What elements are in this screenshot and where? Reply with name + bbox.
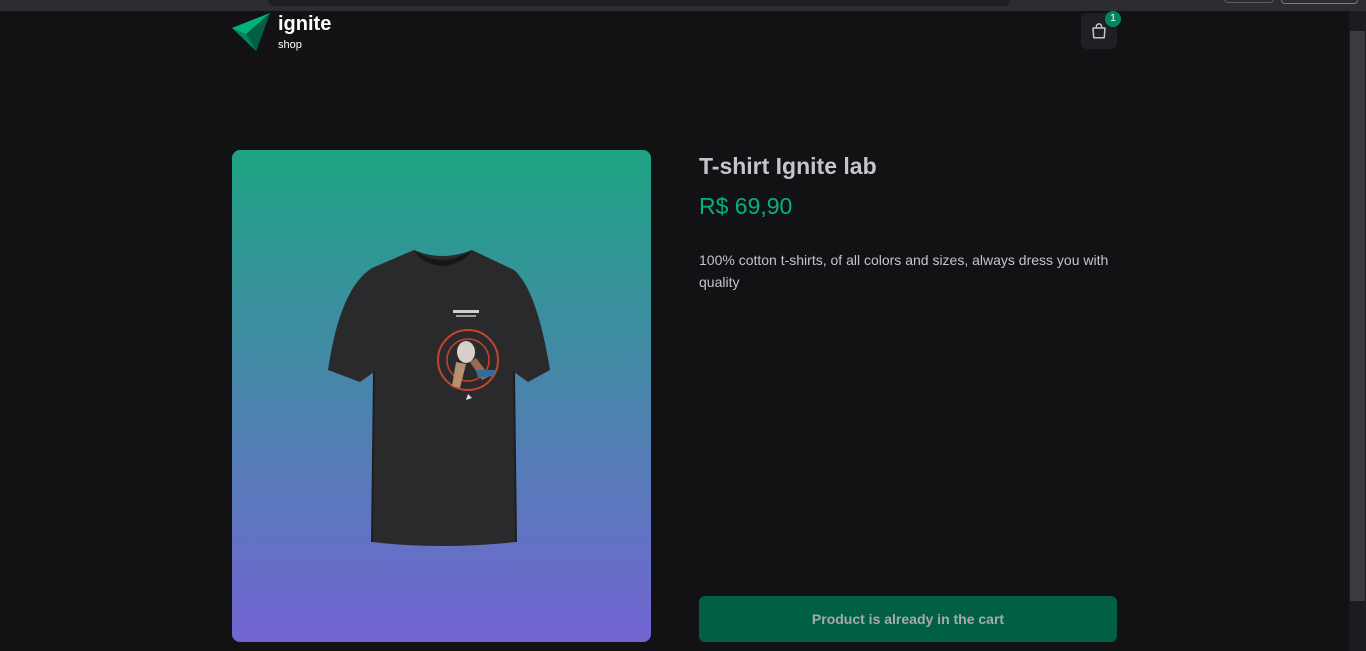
product-details: T-shirt Ignite lab R$ 69,90 100% cotton … (699, 150, 1117, 642)
browser-address-bar[interactable] (268, 0, 1010, 6)
site-header: ignite shop 1 (232, 11, 1121, 55)
logo-sub-text: shop (278, 39, 302, 51)
browser-top-strip (0, 0, 1366, 11)
product-title: T-shirt Ignite lab (699, 153, 877, 179)
product-price: R$ 69,90 (699, 193, 793, 219)
scrollbar-thumb[interactable] (1350, 31, 1365, 601)
shopping-bag-icon (1092, 23, 1106, 39)
product-image (232, 150, 651, 642)
cart-button[interactable]: 1 (1081, 11, 1121, 49)
cart-count-badge: 1 (1105, 11, 1121, 27)
ignite-logo-icon (232, 13, 270, 51)
tshirt-illustration (328, 250, 550, 546)
ignite-shop-logo[interactable]: ignite shop (232, 12, 342, 52)
browser-button[interactable] (1224, 0, 1274, 3)
browser-button-highlight[interactable] (1281, 0, 1358, 4)
already-in-cart-button[interactable]: Product is already in the cart (699, 596, 1117, 642)
page-scrollbar[interactable] (1349, 11, 1366, 651)
product-description: 100% cotton t-shirts, of all colors and … (699, 252, 1109, 290)
logo-brand-text: ignite (278, 13, 332, 35)
